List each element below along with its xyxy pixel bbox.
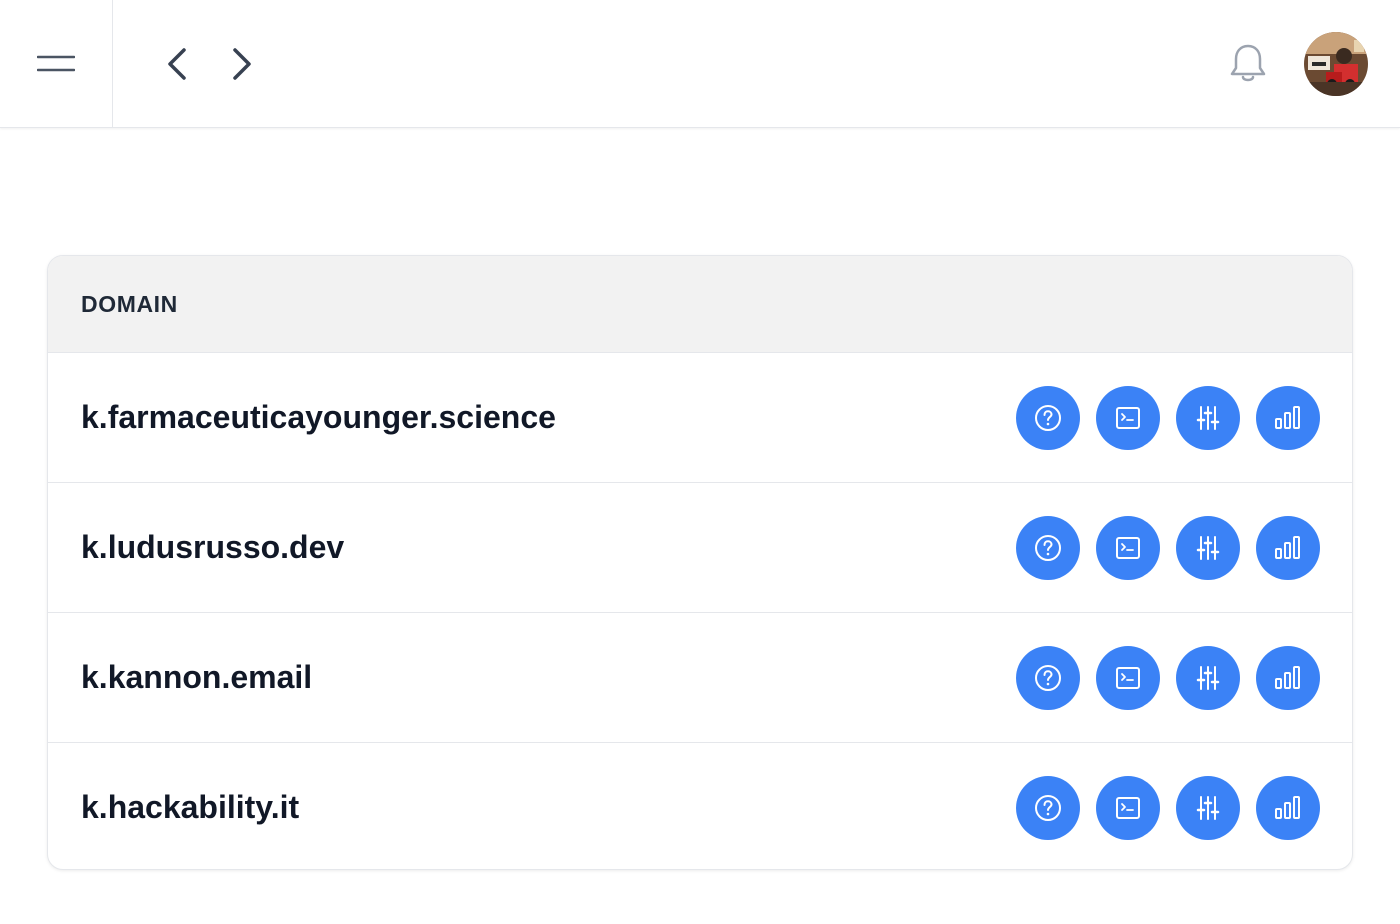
sliders-icon (1196, 796, 1220, 820)
domain-name: k.hackability.it (81, 789, 300, 825)
terminal-button[interactable] (1096, 646, 1160, 710)
settings-button[interactable] (1176, 516, 1240, 580)
terminal-icon (1116, 407, 1140, 429)
top-bar (0, 0, 1400, 128)
help-circle-icon (1035, 405, 1061, 431)
bar-chart-icon (1275, 796, 1300, 819)
menu-icon (37, 55, 75, 72)
help-button[interactable] (1016, 516, 1080, 580)
forward-button[interactable] (217, 40, 265, 88)
help-button[interactable] (1016, 646, 1080, 710)
row-actions (1016, 516, 1320, 580)
bar-chart-icon (1275, 666, 1300, 689)
terminal-icon (1116, 537, 1140, 559)
row-actions (1016, 646, 1320, 710)
settings-button[interactable] (1176, 776, 1240, 840)
terminal-icon (1116, 797, 1140, 819)
settings-button[interactable] (1176, 646, 1240, 710)
help-button[interactable] (1016, 386, 1080, 450)
bar-chart-icon (1275, 536, 1300, 559)
table-row: k.farmaceuticayounger.science (48, 352, 1352, 482)
domains-table: DOMAIN k.farmaceuticayounger.science k.lu… (47, 255, 1353, 870)
domain-name: k.farmaceuticayounger.science (81, 399, 556, 435)
sliders-icon (1196, 536, 1220, 560)
menu-button[interactable] (0, 0, 113, 128)
back-button[interactable] (154, 40, 202, 88)
avatar-image (1304, 32, 1368, 96)
terminal-button[interactable] (1096, 516, 1160, 580)
sliders-icon (1196, 406, 1220, 430)
row-actions (1016, 386, 1320, 450)
terminal-icon (1116, 667, 1140, 689)
help-circle-icon (1035, 795, 1061, 821)
bell-icon (1230, 44, 1266, 82)
column-header-domain: DOMAIN (81, 290, 178, 317)
notifications-button[interactable] (1224, 40, 1272, 88)
help-button[interactable] (1016, 776, 1080, 840)
stats-button[interactable] (1256, 516, 1320, 580)
row-actions (1016, 776, 1320, 840)
terminal-button[interactable] (1096, 386, 1160, 450)
settings-button[interactable] (1176, 386, 1240, 450)
domain-name: k.kannon.email (81, 659, 313, 695)
chevron-right-icon (233, 48, 251, 80)
terminal-button[interactable] (1096, 776, 1160, 840)
table-row: k.kannon.email (48, 612, 1352, 742)
chevron-left-icon (168, 48, 186, 80)
help-circle-icon (1035, 665, 1061, 691)
table-row: k.hackability.it (48, 742, 1352, 869)
stats-button[interactable] (1256, 776, 1320, 840)
bar-chart-icon (1275, 406, 1300, 429)
user-avatar[interactable] (1304, 32, 1368, 96)
stats-button[interactable] (1256, 646, 1320, 710)
domain-name: k.ludusrusso.dev (81, 529, 345, 565)
stats-button[interactable] (1256, 386, 1320, 450)
help-circle-icon (1035, 535, 1061, 561)
table-row: k.ludusrusso.dev (48, 482, 1352, 612)
sliders-icon (1196, 666, 1220, 690)
table-header: DOMAIN (48, 256, 1352, 352)
